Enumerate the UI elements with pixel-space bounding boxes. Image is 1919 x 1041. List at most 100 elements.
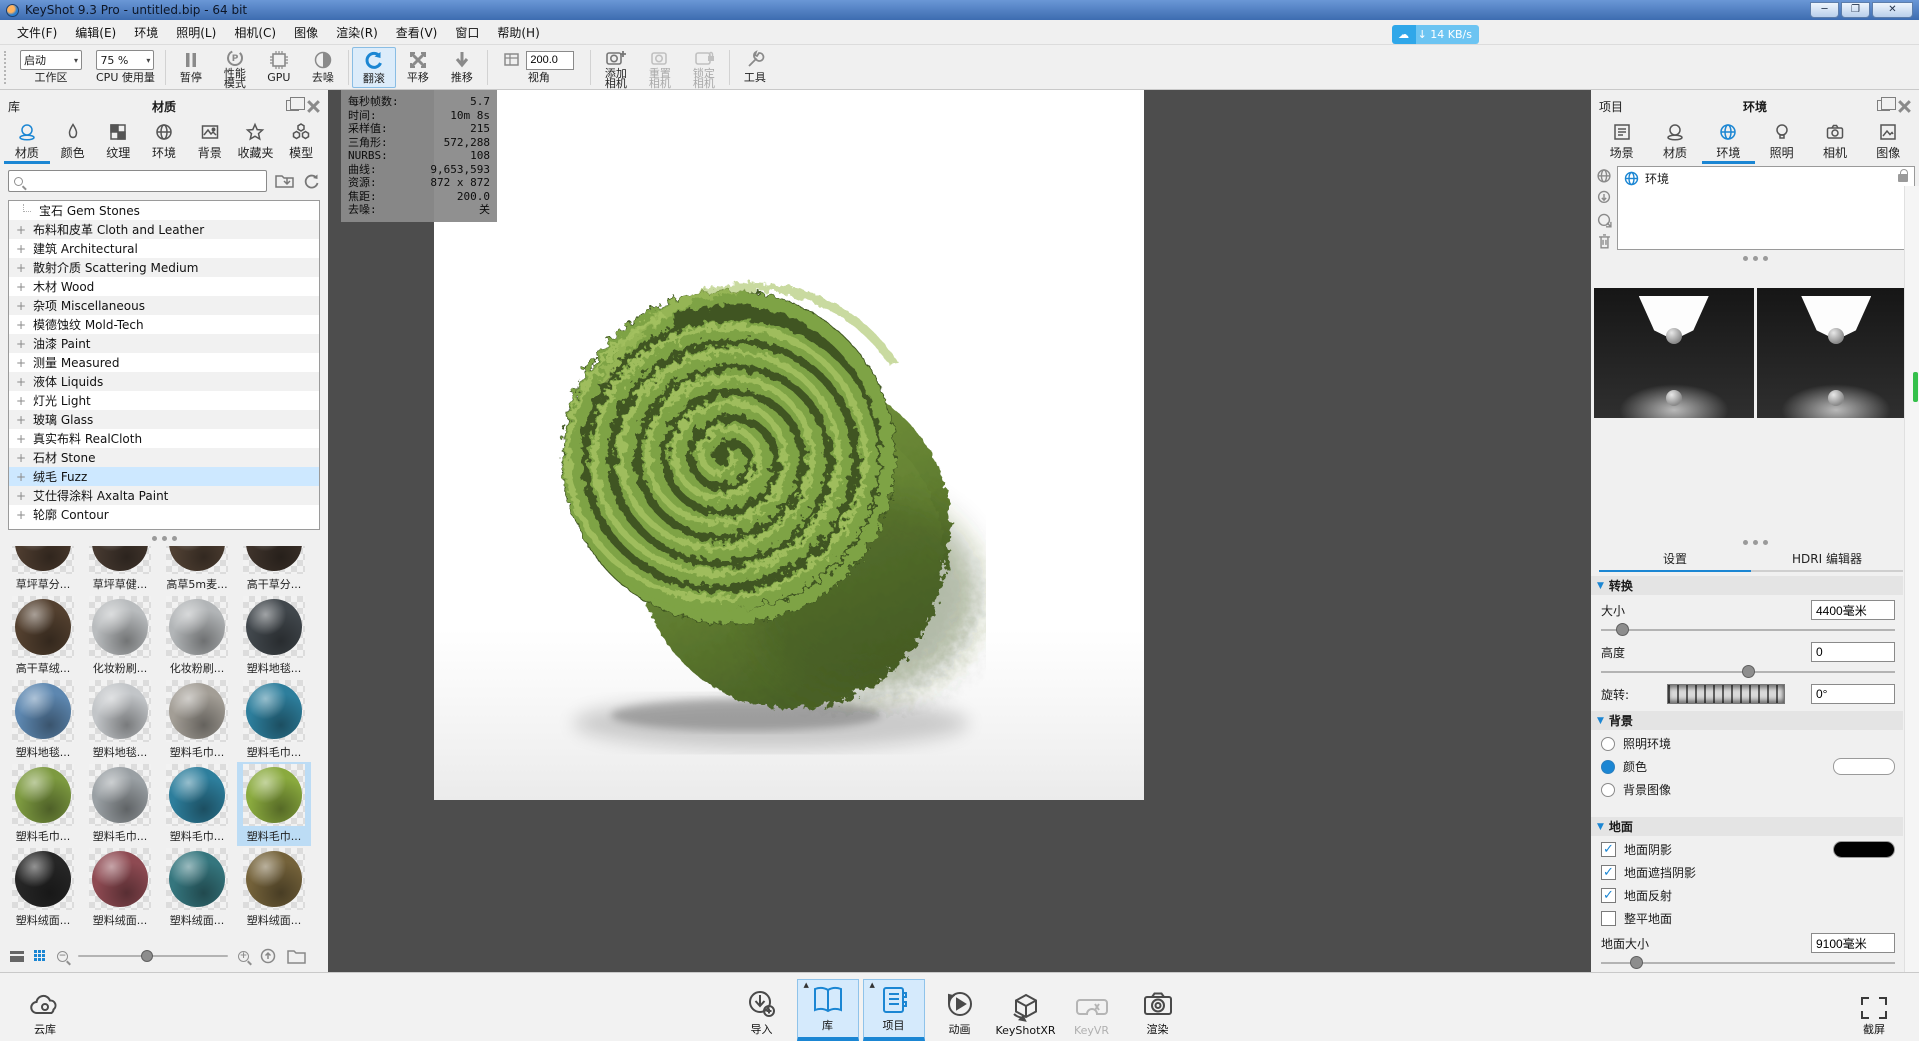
menu-help[interactable]: 帮助(H)	[488, 21, 548, 44]
height-slider[interactable]	[1601, 665, 1895, 679]
tree-item[interactable]: + 油漆 Paint	[9, 334, 319, 353]
tab-camera[interactable]: 相机	[1808, 120, 1861, 164]
tree-item[interactable]: + 散射介质 Scattering Medium	[9, 258, 319, 277]
panel-scrollbar[interactable]	[1904, 186, 1919, 972]
cpu-usage-combobox[interactable]: 75 % ▾	[96, 50, 155, 70]
tree-item[interactable]: + 液体 Liquids	[9, 372, 319, 391]
list-view-icon[interactable]	[10, 950, 24, 962]
ground-size-slider[interactable]	[1601, 956, 1895, 970]
toolbar-grip[interactable]	[4, 51, 9, 84]
pan-button[interactable]: 平移	[396, 47, 440, 88]
tab-lighting[interactable]: 照明	[1755, 120, 1808, 164]
close-panel-icon[interactable]	[307, 100, 320, 113]
tab-colors[interactable]: 颜色	[50, 120, 96, 164]
tab-backplates[interactable]: 背景	[187, 120, 233, 164]
height-input[interactable]	[1811, 642, 1895, 662]
splitter-handle[interactable]	[1591, 534, 1919, 550]
tab-hdri-editor[interactable]: HDRI 编辑器	[1751, 550, 1903, 572]
delete-environment-icon[interactable]	[1597, 233, 1612, 250]
material-thumbnail[interactable]: 塑料地毯...	[6, 678, 80, 762]
tree-item[interactable]: + 模德蚀纹 Mold-Tech	[9, 315, 319, 334]
material-thumbnail[interactable]: 塑料地毯...	[237, 594, 311, 678]
dock-library[interactable]: 库	[796, 979, 859, 1041]
material-thumbnail[interactable]: 塑料毛巾...	[83, 762, 157, 846]
minimize-button[interactable]: ─	[1810, 2, 1839, 18]
dolly-button[interactable]: 推移	[440, 47, 484, 88]
hdri-preview[interactable]	[1594, 288, 1754, 418]
tools-button[interactable]: 工具	[733, 47, 777, 88]
section-ground[interactable]: ▼ 地面	[1591, 817, 1903, 836]
search-input[interactable]	[27, 174, 261, 188]
add-camera-button[interactable]: 添加 相机	[594, 47, 638, 89]
material-thumbnail[interactable]: 化妆粉刷...	[160, 594, 234, 678]
tab-settings[interactable]: 设置	[1599, 550, 1751, 572]
material-thumbnail[interactable]: 草坪草分...	[6, 546, 80, 594]
upload-icon[interactable]	[259, 948, 277, 964]
performance-mode-button[interactable]: P 性能 模式	[213, 47, 257, 89]
lock-camera-button[interactable]: 锁定 相机	[682, 47, 726, 89]
dock-cloud-library[interactable]: 云库	[14, 979, 76, 1041]
tab-textures[interactable]: 纹理	[95, 120, 141, 164]
import-folder-icon[interactable]	[275, 173, 295, 189]
tab-environments[interactable]: 环境	[141, 120, 187, 164]
splitter-handle[interactable]	[0, 530, 328, 546]
splitter-handle[interactable]	[1591, 250, 1919, 266]
dock-keyvr[interactable]: KeyVR	[1061, 979, 1123, 1041]
tree-item[interactable]: + 木材 Wood	[9, 277, 319, 296]
float-panel-icon[interactable]	[1877, 96, 1896, 111]
checkbox-occlusion-shadows[interactable]: ✓ 地面遮挡阴影	[1591, 861, 1919, 884]
checkbox-icon-checked[interactable]: ✓	[1601, 842, 1616, 857]
checkbox-ground-reflections[interactable]: ✓ 地面反射	[1591, 884, 1919, 907]
material-thumbnail[interactable]: 高干草分...	[237, 546, 311, 594]
close-button[interactable]: ✕	[1872, 2, 1913, 18]
radio-icon-selected[interactable]	[1601, 759, 1615, 774]
tumble-button[interactable]: 翻滚	[351, 47, 396, 88]
hdri-preview[interactable]	[1756, 288, 1916, 418]
material-thumbnail[interactable]: 塑料地毯...	[83, 678, 157, 762]
section-transform[interactable]: ▼ 转换	[1591, 576, 1903, 595]
menu-window[interactable]: 窗口	[446, 21, 488, 44]
material-thumbnail[interactable]: 塑料毛巾...	[160, 762, 234, 846]
dock-render[interactable]: 渲染	[1127, 979, 1189, 1041]
realtime-viewport[interactable]: 每秒帧数: 5.7 时间: 10m 8s 采样值: 215 三角形: 572,288 N…	[328, 90, 1591, 972]
tree-item[interactable]: + 灯光 Light	[9, 391, 319, 410]
reset-camera-button[interactable]: 重置 相机	[638, 47, 682, 89]
tab-favorites[interactable]: 收藏夹	[233, 120, 279, 164]
environment-list[interactable]: 环境	[1617, 166, 1915, 250]
search-box[interactable]	[8, 170, 267, 192]
background-color-swatch[interactable]	[1833, 758, 1895, 775]
menu-lighting[interactable]: 照明(L)	[167, 21, 225, 44]
fuzzy-green-roll-model[interactable]	[546, 265, 986, 765]
menu-file[interactable]: 文件(F)	[8, 21, 66, 44]
grid-view-icon[interactable]	[34, 949, 47, 963]
refresh-icon[interactable]	[303, 173, 320, 190]
material-thumbnail-selected[interactable]: 塑料毛巾...	[237, 762, 311, 846]
material-thumbnail[interactable]: 塑料毛巾...	[160, 678, 234, 762]
checkbox-flatten-ground[interactable]: 整平地面	[1591, 907, 1919, 930]
tab-environment[interactable]: 环境	[1701, 120, 1755, 164]
environment-list-item[interactable]: 环境	[1618, 167, 1914, 189]
material-thumbnail[interactable]: 塑料绒面...	[83, 846, 157, 930]
material-thumbnail[interactable]: 塑料毛巾...	[237, 678, 311, 762]
checkbox-icon-checked[interactable]: ✓	[1601, 888, 1616, 903]
export-environment-icon[interactable]	[1596, 212, 1613, 229]
section-background[interactable]: ▼ 背景	[1591, 711, 1903, 730]
rotation-dial[interactable]	[1667, 684, 1785, 704]
dock-import[interactable]: 导入	[731, 979, 793, 1041]
menu-view[interactable]: 查看(V)	[387, 21, 447, 44]
zoom-in-icon[interactable]: +	[238, 950, 249, 962]
tree-item[interactable]: + 轮廓 Contour	[9, 505, 319, 524]
rotation-input[interactable]	[1811, 684, 1895, 704]
material-thumbnail[interactable]: 塑料绒面...	[6, 846, 80, 930]
zoom-out-icon[interactable]: −	[57, 950, 68, 962]
radio-color[interactable]: 颜色	[1591, 755, 1919, 778]
radio-lighting-environment[interactable]: 照明环境	[1591, 732, 1919, 755]
tab-material[interactable]: 材质	[1648, 120, 1701, 164]
folder-icon[interactable]	[287, 949, 306, 964]
checkbox-ground-shadows[interactable]: ✓ 地面阴影	[1591, 838, 1919, 861]
gpu-button[interactable]: GPU	[257, 47, 301, 88]
tab-materials[interactable]: 材质	[4, 120, 50, 164]
material-thumbnail[interactable]: 塑料绒面...	[237, 846, 311, 930]
network-status-badge[interactable]: ☁ ↓ 14 KB/s	[1391, 25, 1479, 44]
tree-item[interactable]: + 杂项 Miscellaneous	[9, 296, 319, 315]
